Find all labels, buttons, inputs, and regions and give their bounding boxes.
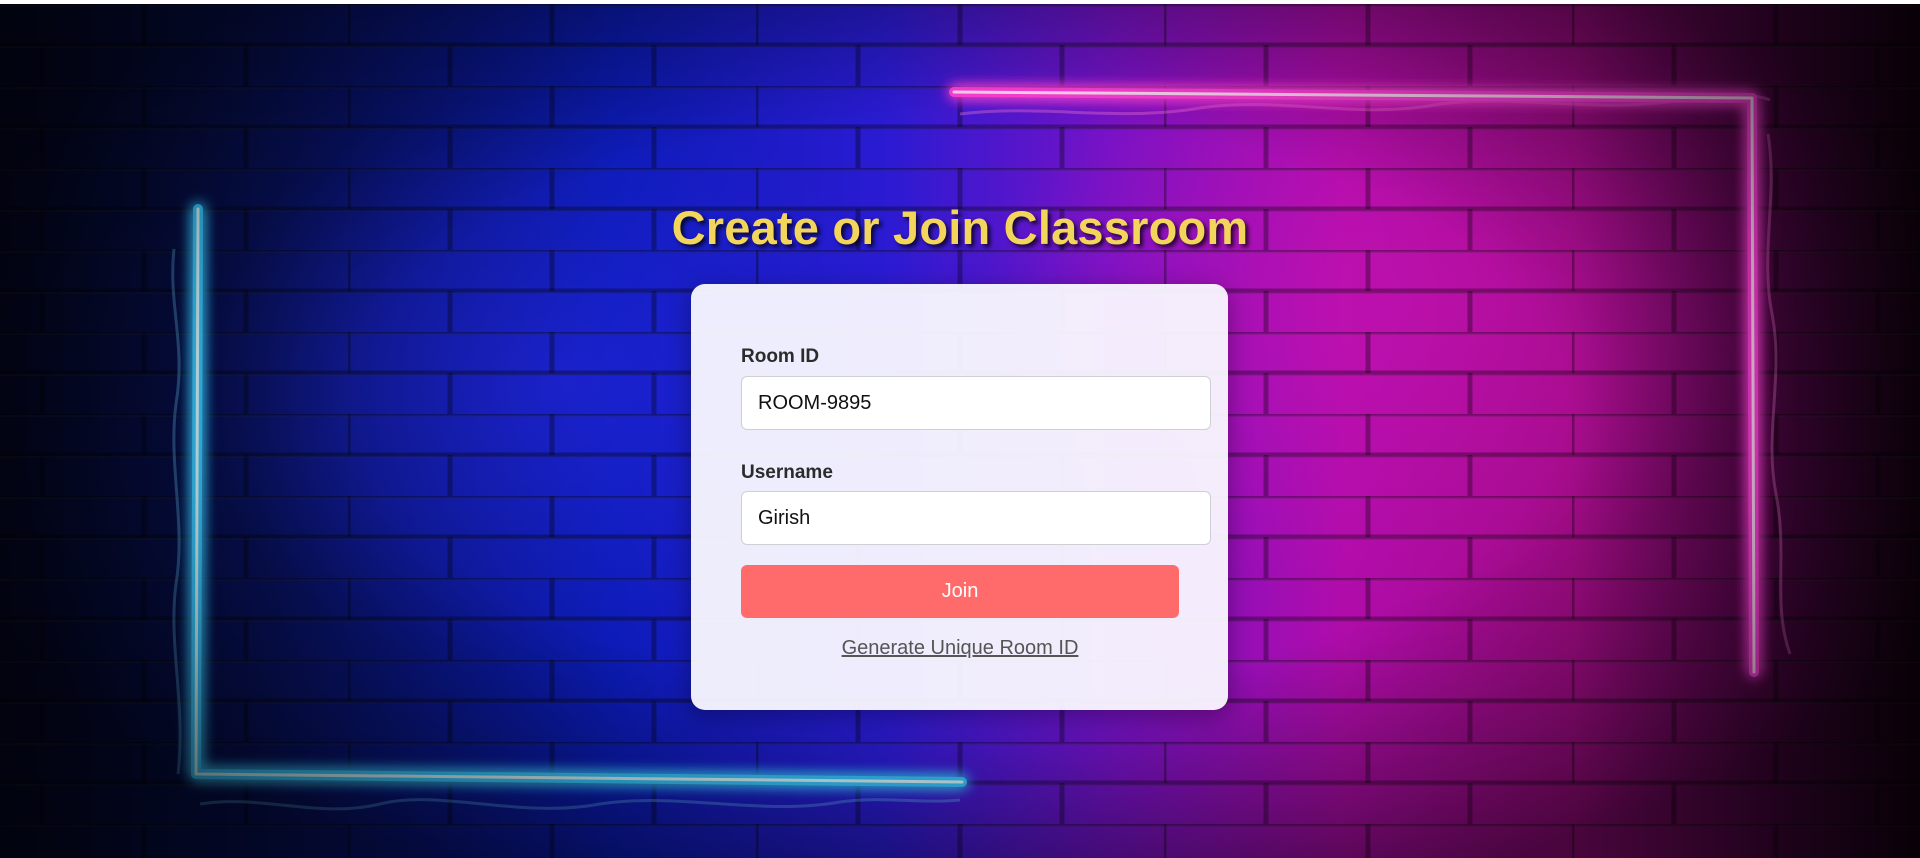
generate-room-id-link[interactable]: Generate Unique Room ID [741,637,1179,660]
join-classroom-card: Room ID Username Join Generate Unique Ro… [691,284,1228,710]
join-button[interactable]: Join [741,565,1179,618]
username-input[interactable] [741,491,1211,545]
page-title: Create or Join Classroom [671,201,1249,254]
room-id-input[interactable] [741,376,1211,430]
username-label: Username [741,462,833,483]
page: Create or Join Classroom Room ID Usernam… [0,0,1920,858]
room-id-label: Room ID [741,346,820,367]
